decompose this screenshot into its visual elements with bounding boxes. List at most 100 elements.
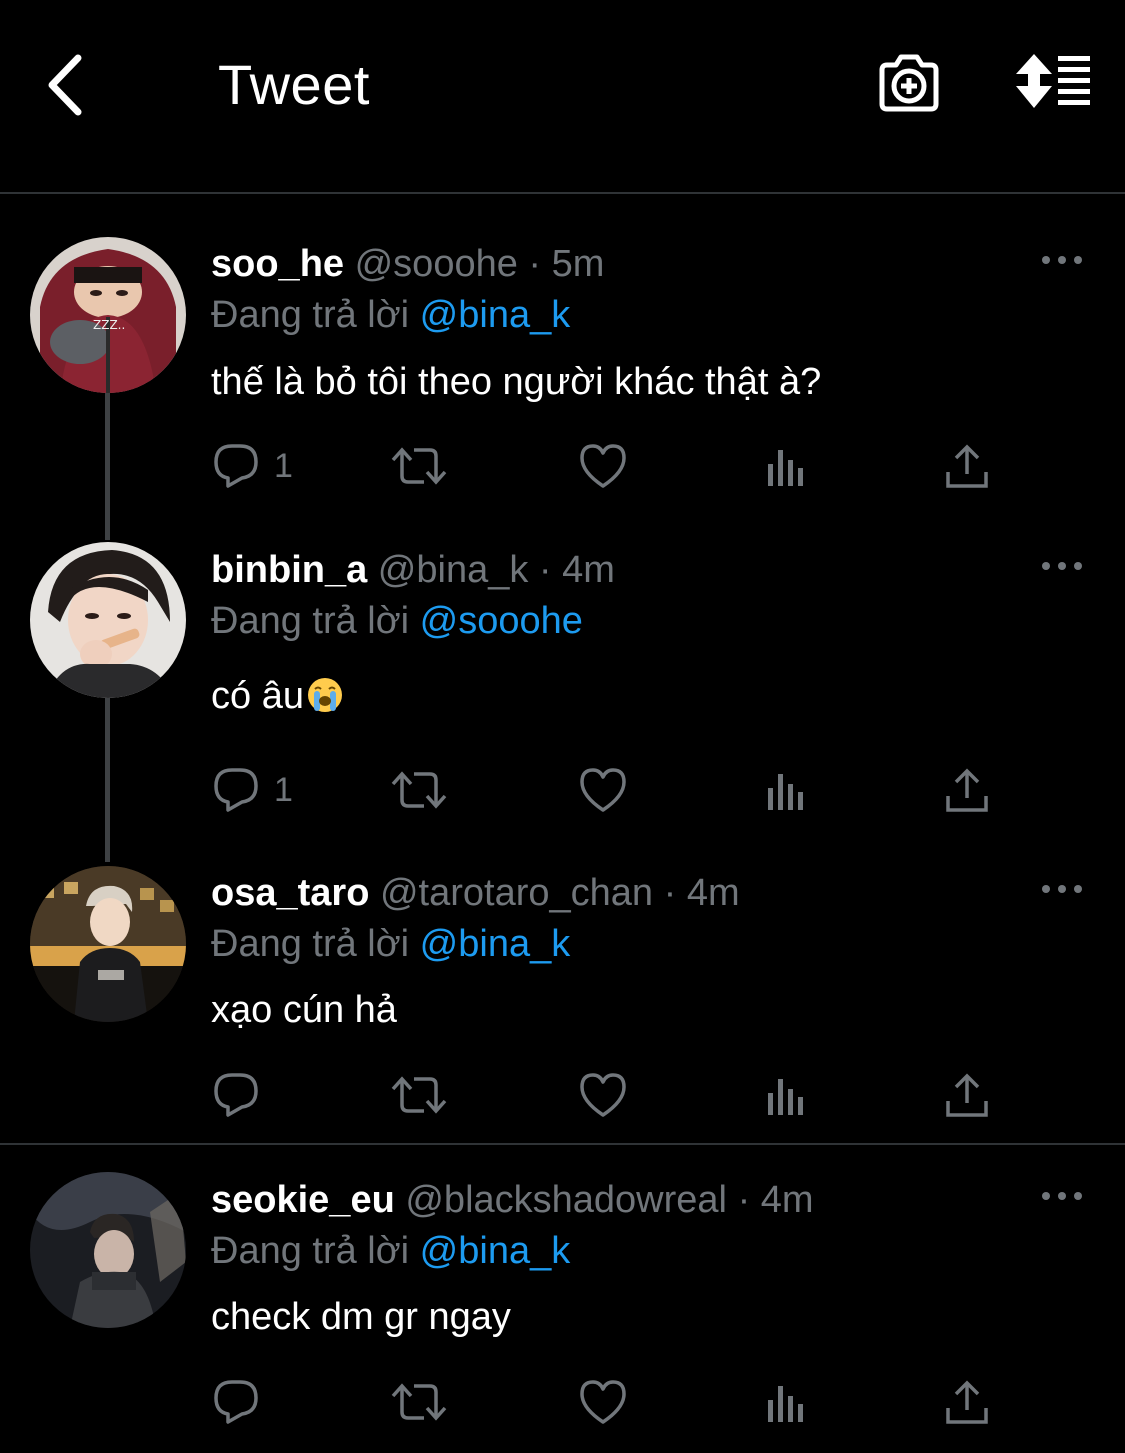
tweet-text: có âu bbox=[211, 675, 304, 717]
avatar[interactable]: ZZZ.. bbox=[30, 237, 186, 393]
tweet-header: binbin_a @bina_k · 4m bbox=[211, 546, 615, 594]
heart-icon bbox=[580, 768, 626, 812]
share-button[interactable] bbox=[944, 760, 990, 820]
avatar[interactable] bbox=[30, 866, 186, 1022]
crying-face-icon bbox=[307, 678, 342, 712]
camera-plus-icon bbox=[879, 54, 939, 112]
share-button[interactable] bbox=[944, 1065, 990, 1125]
user-handle[interactable]: @tarotaro_chan bbox=[380, 872, 653, 914]
svg-text:ZZZ..: ZZZ.. bbox=[93, 318, 125, 332]
tweet-text: xạo cún hả bbox=[211, 989, 397, 1031]
heart-icon bbox=[580, 1073, 626, 1117]
mention-link[interactable]: @bina_k bbox=[420, 923, 571, 965]
avatar[interactable] bbox=[30, 1172, 186, 1328]
top-bar: Tweet bbox=[0, 0, 1125, 194]
divider bbox=[0, 1143, 1125, 1145]
share-icon bbox=[946, 1380, 988, 1424]
like-button[interactable] bbox=[578, 1372, 628, 1432]
more-icon[interactable] bbox=[1040, 556, 1084, 576]
reply-button[interactable]: 1 bbox=[212, 436, 293, 496]
sort-replies-button[interactable] bbox=[1012, 52, 1092, 114]
mention-link[interactable]: @bina_k bbox=[420, 294, 571, 336]
reply-icon bbox=[214, 1073, 258, 1117]
like-button[interactable] bbox=[578, 436, 628, 496]
retweet-icon bbox=[391, 1076, 447, 1114]
tweet-header: seokie_eu @blackshadowreal · 4m bbox=[211, 1176, 814, 1224]
retweet-button[interactable] bbox=[390, 760, 448, 820]
user-handle[interactable]: @sooohe bbox=[355, 243, 518, 285]
mention-link[interactable]: @bina_k bbox=[420, 1230, 571, 1272]
separator: · bbox=[528, 243, 542, 285]
display-name[interactable]: soo_he bbox=[211, 243, 344, 285]
display-name[interactable]: binbin_a bbox=[211, 549, 367, 591]
share-button[interactable] bbox=[944, 436, 990, 496]
tweet[interactable]: osa_taro @tarotaro_chan · 4m Đang trả lờ… bbox=[0, 866, 1125, 1139]
retweet-button[interactable] bbox=[390, 1065, 448, 1125]
mention-link[interactable]: @sooohe bbox=[420, 600, 583, 642]
share-button[interactable] bbox=[944, 1372, 990, 1432]
replying-to-label: Đang trả lời bbox=[211, 294, 410, 336]
camera-button[interactable] bbox=[876, 50, 942, 116]
like-button[interactable] bbox=[578, 1065, 628, 1125]
retweet-button[interactable] bbox=[390, 1372, 448, 1432]
display-name[interactable]: seokie_eu bbox=[211, 1179, 395, 1221]
bar-chart-icon bbox=[768, 1079, 803, 1115]
reply-count: 1 bbox=[274, 770, 293, 809]
chevron-left-icon bbox=[48, 54, 82, 116]
timestamp[interactable]: 4m bbox=[687, 872, 740, 914]
analytics-button[interactable] bbox=[764, 760, 808, 820]
analytics-button[interactable] bbox=[764, 1065, 808, 1125]
tweet-text: thế là bỏ tôi theo người khác thật à? bbox=[211, 361, 822, 403]
share-icon bbox=[946, 768, 988, 812]
reply-icon bbox=[214, 1380, 258, 1424]
replying-to-label: Đang trả lời bbox=[211, 923, 410, 965]
back-button[interactable] bbox=[40, 50, 96, 120]
retweet-icon bbox=[391, 447, 447, 485]
reply-count: 1 bbox=[274, 446, 293, 485]
analytics-button[interactable] bbox=[764, 1372, 808, 1432]
separator: · bbox=[538, 549, 552, 591]
heart-icon bbox=[580, 444, 626, 488]
retweet-icon bbox=[391, 1383, 447, 1421]
analytics-button[interactable] bbox=[764, 436, 808, 496]
user-handle[interactable]: @blackshadowreal bbox=[405, 1179, 727, 1221]
reply-button[interactable]: 1 bbox=[212, 760, 293, 820]
sort-list-icon bbox=[1016, 54, 1090, 108]
more-icon[interactable] bbox=[1040, 879, 1084, 899]
timestamp[interactable]: 5m bbox=[552, 243, 605, 285]
tweet[interactable]: seokie_eu @blackshadowreal · 4m Đang trả… bbox=[0, 1172, 1125, 1446]
more-icon[interactable] bbox=[1040, 250, 1084, 270]
tweet-header: soo_he @sooohe · 5m bbox=[211, 240, 604, 288]
retweet-button[interactable] bbox=[390, 436, 448, 496]
user-handle[interactable]: @bina_k bbox=[378, 549, 529, 591]
bar-chart-icon bbox=[768, 1386, 803, 1422]
reply-button[interactable] bbox=[212, 1065, 274, 1125]
replying-to: Đang trả lời @bina_k bbox=[211, 1227, 570, 1275]
more-icon[interactable] bbox=[1040, 1186, 1084, 1206]
like-button[interactable] bbox=[578, 760, 628, 820]
reply-button[interactable] bbox=[212, 1372, 274, 1432]
tweet-text-container: có âu bbox=[211, 672, 344, 720]
share-icon bbox=[946, 1073, 988, 1117]
separator: · bbox=[737, 1179, 751, 1221]
tweet-header: osa_taro @tarotaro_chan · 4m bbox=[211, 869, 740, 917]
heart-icon bbox=[580, 1380, 626, 1424]
replying-to: Đang trả lời @bina_k bbox=[211, 291, 570, 339]
page-title: Tweet bbox=[218, 53, 370, 116]
tweet-actions bbox=[0, 1372, 1125, 1432]
tweet[interactable]: ZZZ.. soo_he @sooohe · 5m Đang trả lời @… bbox=[0, 237, 1125, 530]
tweet-actions: 1 bbox=[0, 760, 1125, 820]
avatar[interactable] bbox=[30, 542, 186, 698]
tweet-actions: 1 bbox=[0, 436, 1125, 496]
bar-chart-icon bbox=[768, 774, 803, 810]
timestamp[interactable]: 4m bbox=[562, 549, 615, 591]
timestamp[interactable]: 4m bbox=[761, 1179, 814, 1221]
retweet-icon bbox=[391, 771, 447, 809]
bar-chart-icon bbox=[768, 450, 803, 486]
separator: · bbox=[663, 872, 677, 914]
replying-to-label: Đang trả lời bbox=[211, 1230, 410, 1272]
tweet[interactable]: binbin_a @bina_k · 4m Đang trả lời @sooo… bbox=[0, 542, 1125, 846]
tweet-actions bbox=[0, 1065, 1125, 1125]
display-name[interactable]: osa_taro bbox=[211, 872, 369, 914]
tweet-text: check dm gr ngay bbox=[211, 1296, 511, 1338]
